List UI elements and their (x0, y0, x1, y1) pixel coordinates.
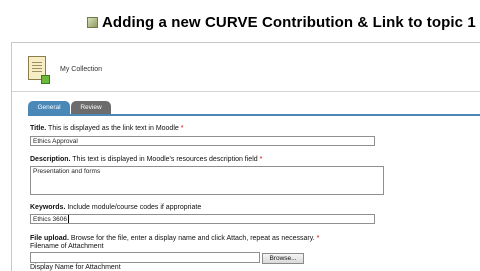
file-upload-required-mark: * (316, 235, 320, 242)
collection-label: My Collection (60, 65, 103, 73)
header-divider (12, 91, 480, 92)
filename-input[interactable] (30, 252, 260, 263)
tab-general[interactable]: General (28, 101, 70, 114)
filename-label: Filename of Attachment (30, 243, 104, 250)
slide-title-text: Adding a new CURVE Contribution & Link t… (102, 14, 476, 31)
keywords-label-bold: Keywords. (30, 204, 66, 211)
title-required-mark: * (180, 125, 184, 132)
description-field-label: Description. This text is displayed in M… (30, 156, 262, 163)
keywords-input[interactable]: Ethics 3606 (30, 214, 375, 224)
title-field-label: Title. This is displayed as the link tex… (30, 125, 183, 132)
description-textarea[interactable]: Presentation and forms (30, 166, 384, 195)
description-required-mark: * (259, 156, 263, 163)
keywords-value: Ethics 3606 (33, 216, 67, 223)
file-upload-field-label: File upload. Browse for the file, enter … (30, 235, 319, 242)
tab-review[interactable]: Review (71, 101, 111, 114)
title-input[interactable]: Ethics Approval (30, 136, 375, 146)
file-upload-label-bold: File upload. (30, 235, 69, 242)
description-hint: This text is displayed in Moodle's resou… (72, 156, 258, 163)
keywords-field-label: Keywords. Include module/course codes if… (30, 204, 201, 211)
tab-underline (28, 114, 480, 116)
keywords-hint: Include module/course codes if appropria… (67, 204, 202, 211)
bullet-icon (87, 17, 98, 28)
collection-header: My Collection (26, 54, 102, 84)
collection-icon (26, 54, 50, 84)
form-tabs: General Review (28, 101, 112, 114)
slide-title: Adding a new CURVE Contribution & Link t… (87, 14, 476, 31)
browse-button[interactable]: Browse... (262, 253, 304, 264)
description-label-bold: Description. (30, 156, 71, 163)
text-caret (67, 215, 69, 224)
file-upload-hint: Browse for the file, enter a display nam… (70, 235, 315, 242)
title-label-bold: Title. (30, 125, 47, 132)
contribution-form-panel: My Collection General Review Title. This… (11, 42, 480, 271)
title-hint: This is displayed as the link text in Mo… (48, 125, 179, 132)
